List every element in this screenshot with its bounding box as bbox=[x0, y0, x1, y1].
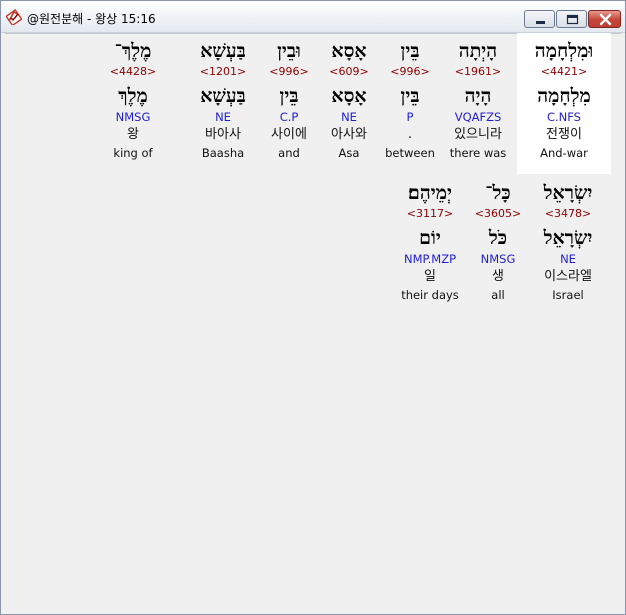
morphology-code: NE bbox=[215, 110, 231, 124]
strong-number[interactable]: <3605> bbox=[467, 207, 529, 221]
hebrew-surface: וּבֵין bbox=[277, 40, 301, 62]
word-block[interactable]: בַּעְשָׁא <1201> בַּעְשָׁא NE 바아사 Baasha bbox=[187, 39, 259, 169]
hebrew-lemma: מֶלֶךְ bbox=[118, 85, 148, 107]
hebrew-lemma: הָיָה bbox=[464, 85, 492, 107]
hebrew-surface: בַּעְשָׁא bbox=[200, 40, 246, 62]
korean-gloss: . bbox=[407, 127, 413, 142]
english-gloss: their days bbox=[401, 288, 459, 302]
maximize-icon bbox=[566, 14, 579, 25]
strong-number[interactable]: <4421> bbox=[517, 65, 611, 79]
hebrew-lemma: אָסָא bbox=[331, 85, 367, 107]
english-gloss: And-war bbox=[540, 146, 588, 160]
hebrew-lemma: בֵּין bbox=[279, 85, 299, 107]
hebrew-lemma: מִלְחָמָה bbox=[537, 85, 591, 107]
korean-gloss: 이스라엘 bbox=[544, 269, 592, 284]
korean-gloss: 일 bbox=[424, 269, 436, 284]
morphology-code: NE bbox=[341, 110, 357, 124]
hebrew-surface: יְמֵיהֶם׃ bbox=[407, 182, 452, 204]
hebrew-lemma: יוֹם bbox=[419, 227, 441, 249]
app-window: @원전분해 - 왕상 15:16 וּמִלְחָמָה <4421> מִלְ… bbox=[0, 0, 626, 615]
english-gloss: all bbox=[491, 288, 505, 302]
korean-gloss: 바아사 bbox=[205, 127, 241, 142]
strong-number[interactable]: <996> bbox=[380, 65, 440, 79]
korean-gloss: 전쟁이 bbox=[546, 127, 582, 142]
close-icon bbox=[599, 13, 612, 26]
morphology-code: VQAFZS bbox=[454, 110, 502, 124]
strong-number[interactable]: <4428> bbox=[101, 65, 165, 79]
minimize-button[interactable] bbox=[524, 10, 555, 28]
word-block[interactable]: בֵּין <996> בֵּין P . between bbox=[380, 39, 440, 169]
minimize-icon bbox=[536, 21, 545, 24]
english-gloss: Baasha bbox=[201, 146, 245, 160]
word-block[interactable]: הָיְתָה <1961> הָיָה VQAFZS 있으니라 there w… bbox=[441, 39, 515, 169]
hebrew-surface: בֵּין bbox=[400, 40, 420, 62]
english-gloss: there was bbox=[449, 146, 507, 160]
english-gloss: Israel bbox=[552, 288, 584, 302]
word-block[interactable]: יִשְׂרָאֵל <3478> יִשְׂרָאֵל NE 이스라엘 Isr… bbox=[528, 181, 608, 311]
strong-number[interactable]: <996> bbox=[259, 65, 319, 79]
hebrew-lemma: כֹּל bbox=[488, 227, 508, 249]
strong-number[interactable]: <1961> bbox=[441, 65, 515, 79]
maximize-button[interactable] bbox=[556, 10, 587, 28]
hebrew-surface: וּמִלְחָמָה bbox=[534, 40, 594, 62]
morphology-code: NE bbox=[560, 252, 576, 266]
hebrew-surface: מֶלֶךְ־ bbox=[114, 40, 152, 62]
english-gloss: and bbox=[278, 146, 300, 160]
english-gloss: between bbox=[385, 146, 435, 160]
word-block[interactable]: מֶלֶךְ־ <4428> מֶלֶךְ NMSG 왕 king of bbox=[101, 39, 165, 169]
close-button[interactable] bbox=[588, 10, 621, 28]
hebrew-surface: יִשְׂרָאֵל bbox=[543, 182, 593, 204]
strong-number[interactable]: <3117> bbox=[393, 207, 467, 221]
morphology-code: P bbox=[406, 110, 414, 124]
morphology-code: NMSG bbox=[115, 110, 151, 124]
strong-number[interactable]: <3478> bbox=[528, 207, 608, 221]
strong-number[interactable]: <609> bbox=[319, 65, 379, 79]
hebrew-surface: אָסָא bbox=[331, 40, 367, 62]
window-title: @원전분해 - 왕상 15:16 bbox=[27, 12, 156, 26]
korean-gloss: 아사와 bbox=[331, 127, 367, 142]
title-bar[interactable]: @원전분해 - 왕상 15:16 bbox=[1, 1, 625, 33]
hebrew-lemma: בַּעְשָׁא bbox=[200, 85, 246, 107]
english-gloss: Asa bbox=[338, 146, 360, 160]
morphology-code: NMSG bbox=[480, 252, 516, 266]
hebrew-lemma: בֵּין bbox=[400, 85, 420, 107]
morphology-code: NMP.MZP bbox=[403, 252, 457, 266]
korean-gloss: 생 bbox=[492, 269, 504, 284]
hebrew-surface: כָּל־ bbox=[485, 182, 511, 204]
korean-gloss: 사이에 bbox=[271, 127, 307, 142]
app-book-check-icon bbox=[5, 9, 23, 27]
english-gloss: king of bbox=[113, 146, 153, 160]
hebrew-lemma: יִשְׂרָאֵל bbox=[543, 227, 593, 249]
word-block[interactable]: כָּל־ <3605> כֹּל NMSG 생 all bbox=[467, 181, 529, 311]
morphology-code: C.NFS bbox=[546, 110, 581, 124]
morphology-code: C.P bbox=[279, 110, 299, 124]
word-block[interactable]: יְמֵיהֶם׃ <3117> יוֹם NMP.MZP 일 their da… bbox=[393, 181, 467, 311]
word-block[interactable]: וּמִלְחָמָה <4421> מִלְחָמָה C.NFS 전쟁이 A… bbox=[517, 39, 611, 169]
word-block[interactable]: וּבֵין <996> בֵּין C.P 사이에 and bbox=[259, 39, 319, 169]
strong-number[interactable]: <1201> bbox=[187, 65, 259, 79]
word-block[interactable]: אָסָא <609> אָסָא NE 아사와 Asa bbox=[319, 39, 379, 169]
korean-gloss: 왕 bbox=[127, 127, 139, 142]
hebrew-surface: הָיְתָה bbox=[458, 40, 498, 62]
korean-gloss: 있으니라 bbox=[454, 127, 502, 142]
